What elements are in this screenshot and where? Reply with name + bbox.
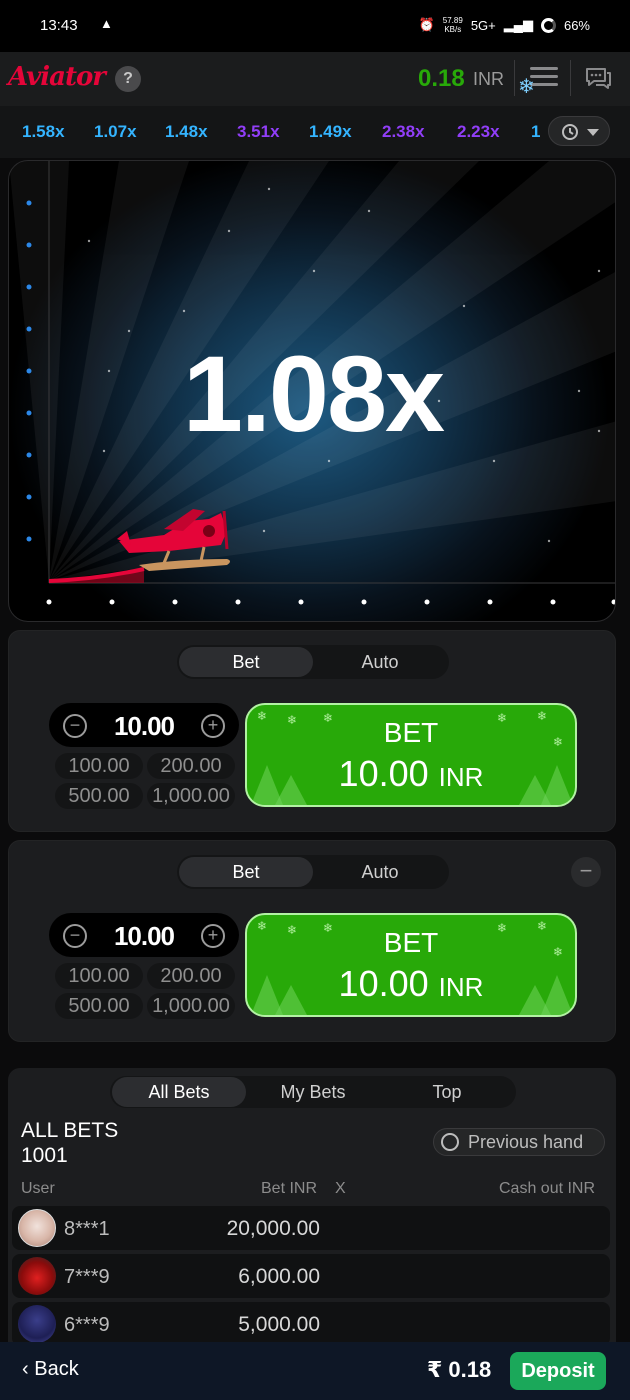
tab-auto[interactable]: Auto [313, 647, 447, 677]
previous-hand-label: Previous hand [468, 1132, 584, 1152]
tab-all-bets[interactable]: All Bets [112, 1077, 246, 1107]
back-label: Back [34, 1358, 79, 1380]
bet-panel-1: Bet Auto − 10.00 + 100.00 200.00 500.00 … [8, 630, 616, 832]
bet-mode-tabs: Bet Auto [177, 645, 449, 679]
quick-amount-button[interactable]: 500.00 [55, 993, 143, 1019]
bets-heading: ALL BETS 1001 [21, 1118, 118, 1168]
quick-amount-button[interactable]: 100.00 [55, 963, 143, 989]
airplane-icon [117, 509, 230, 571]
bet-button-amount: 10.00 [338, 753, 429, 794]
bet-amount: 6,000.00 [238, 1265, 320, 1288]
app-header: Aviator ? 0.18 INR ❄ [0, 52, 630, 106]
header-balance-currency: INR [473, 69, 504, 89]
bet-button-currency: INR [438, 762, 484, 792]
bet-button-currency: INR [438, 972, 484, 1002]
network-speed-value: 57.89 [442, 16, 463, 25]
previous-hand-button[interactable]: Previous hand [433, 1128, 605, 1156]
game-canvas: 1.08x [8, 160, 616, 622]
network-type: 5G+ [470, 17, 496, 33]
deposit-button[interactable]: Deposit [510, 1352, 606, 1390]
remove-bet-panel-button[interactable]: − [571, 857, 601, 887]
battery-ring-icon [540, 17, 556, 33]
history-multiplier: 2.38x [382, 122, 425, 141]
increase-amount-button[interactable]: + [201, 924, 225, 948]
bet-amount: 5,000.00 [238, 1313, 320, 1336]
current-multiplier: 1.08x [182, 333, 445, 454]
column-header-x: X [335, 1180, 346, 1197]
status-time: 13:43 [40, 17, 78, 34]
history-multiplier: 3.51x [237, 122, 280, 141]
history-multiplier: 1.58x [22, 122, 65, 141]
tab-top[interactable]: Top [380, 1077, 514, 1107]
network-speed-unit: KB/s [444, 25, 462, 34]
bet-button-label: BET [383, 717, 439, 748]
chevron-left-icon: ‹ [22, 1358, 29, 1380]
place-bet-button[interactable]: ❄ ❄ ❄ ❄ ❄ ❄ BET 10.00 INR [245, 913, 577, 1017]
history-multiplier: 2.23x [457, 122, 500, 141]
column-header-cashout: Cash out INR [499, 1180, 596, 1197]
signal-icon: ▂▄▆ [503, 17, 533, 32]
history-multiplier: 1 [531, 122, 541, 141]
table-row: 8***1 20,000.00 [12, 1206, 610, 1250]
bet-button-amount: 10.00 [338, 963, 429, 1004]
bet-user: 8***1 [64, 1218, 110, 1240]
warning-triangle-icon: ▲ [100, 16, 113, 31]
quick-amount-button[interactable]: 1,000.00 [147, 993, 235, 1019]
chat-icon[interactable] [584, 66, 612, 90]
quick-amount-button[interactable]: 500.00 [55, 783, 143, 809]
history-multiplier: 1.07x [94, 122, 137, 141]
tab-my-bets[interactable]: My Bets [246, 1077, 380, 1107]
multiplier-history: 1.58x 1.07x 1.48x 3.51x 1.49x 2.38x 2.23… [0, 106, 630, 158]
header-divider [570, 60, 571, 96]
avatar [18, 1209, 56, 1247]
bet-button-amount-line: 10.00 INR [247, 753, 575, 795]
bets-title: ALL BETS [21, 1119, 119, 1142]
status-bar: 13:43 ▲ ⏰ 57.89 KB/s 5G+ ▂▄▆ 66% [0, 0, 630, 52]
quick-amount-button[interactable]: 1,000.00 [147, 783, 235, 809]
tab-bet[interactable]: Bet [179, 857, 313, 887]
quick-amount-button[interactable]: 200.00 [147, 963, 235, 989]
battery-percent: 66% [563, 17, 590, 33]
bets-tabs: All Bets My Bets Top [110, 1076, 516, 1108]
increase-amount-button[interactable]: + [201, 714, 225, 738]
bottom-balance: ₹ 0.18 [427, 1357, 492, 1382]
bet-amount: 20,000.00 [226, 1217, 320, 1240]
alarm-icon: ⏰ [418, 17, 435, 32]
network-speed: 57.89 KB/s [443, 16, 463, 34]
place-bet-button[interactable]: ❄ ❄ ❄ ❄ ❄ ❄ BET 10.00 INR [245, 703, 577, 807]
header-divider [514, 60, 515, 96]
bet-amount-stepper: − 10.00 + [49, 913, 239, 957]
history-clock-icon [441, 1133, 459, 1151]
back-button[interactable]: ‹ Back [22, 1358, 79, 1381]
header-balance-value: 0.18 [418, 65, 465, 92]
bet-button-label: BET [383, 927, 439, 958]
bet-user: 7***9 [64, 1266, 110, 1288]
table-row: 6***9 5,000.00 [12, 1302, 610, 1346]
bet-button-amount-line: 10.00 INR [247, 963, 575, 1005]
column-header-bet: Bet INR [261, 1180, 318, 1197]
snowflake-icon: ❄ [518, 76, 535, 98]
bet-amount-stepper: − 10.00 + [49, 703, 239, 747]
table-row: 7***9 6,000.00 [12, 1254, 610, 1298]
bet-mode-tabs: Bet Auto [177, 855, 449, 889]
tab-auto[interactable]: Auto [313, 857, 447, 887]
history-clock-icon [562, 124, 599, 140]
bottom-bar: ‹ Back ₹ 0.18 Deposit [0, 1342, 630, 1400]
history-multiplier: 1.49x [309, 122, 352, 141]
help-button[interactable]: ? [115, 66, 141, 92]
status-icons: ⏰ 57.89 KB/s 5G+ ▂▄▆ 66% [419, 16, 590, 34]
aviator-logo: Aviator [8, 62, 106, 92]
bets-count: 1001 [21, 1144, 68, 1167]
avatar [18, 1305, 56, 1343]
history-multiplier: 1.48x [165, 122, 208, 141]
quick-amount-button[interactable]: 100.00 [55, 753, 143, 779]
round-history-button[interactable] [548, 116, 610, 146]
bet-user: 6***9 [64, 1314, 110, 1336]
quick-amount-button[interactable]: 200.00 [147, 753, 235, 779]
column-header-user: User [21, 1180, 55, 1197]
avatar [18, 1257, 56, 1295]
tab-bet[interactable]: Bet [179, 647, 313, 677]
bet-panel-2: Bet Auto − − 10.00 + 100.00 200.00 500.0… [8, 840, 616, 1042]
